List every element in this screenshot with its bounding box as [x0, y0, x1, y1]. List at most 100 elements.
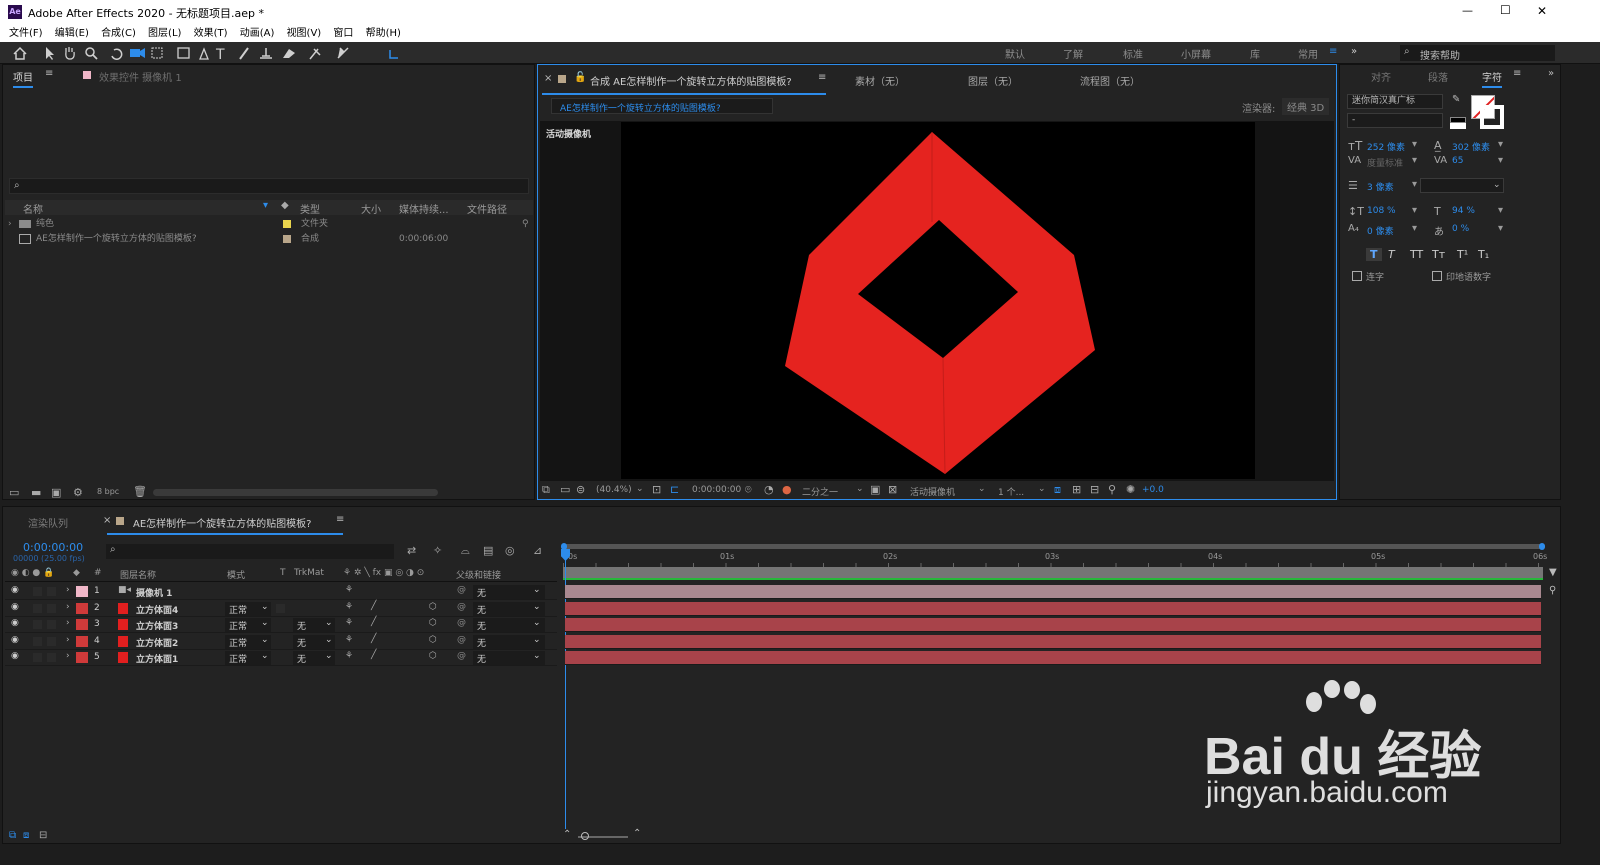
timeline-icon[interactable]: ⊟ — [1090, 483, 1099, 496]
lock-box[interactable] — [47, 653, 56, 662]
font-family-dropdown[interactable]: 迷你简汉真广标 — [1347, 94, 1443, 109]
lock-box[interactable] — [47, 620, 56, 629]
tab-character[interactable]: 字符 — [1482, 69, 1502, 88]
bpc-label[interactable]: 8 bpc — [97, 487, 119, 496]
shy-switch-icon[interactable]: ⚘ — [345, 651, 353, 661]
workspace-common[interactable]: 常用 — [1298, 46, 1318, 61]
lock-icon[interactable]: 🔓 — [574, 72, 586, 83]
label-color-swatch[interactable] — [76, 635, 88, 647]
views-dropdown[interactable]: 1 个... — [998, 485, 1024, 498]
menu-effect[interactable]: 效果(T) — [194, 26, 228, 42]
3d-layer-switch-icon[interactable]: ⬡ — [429, 651, 437, 661]
character-menu-icon[interactable]: ≡ — [1513, 68, 1521, 79]
resolution-chevron-icon[interactable]: ⌄ — [856, 484, 864, 494]
menu-window[interactable]: 窗口 — [333, 26, 353, 42]
parent-dropdown[interactable]: 无 ⌄ — [473, 601, 545, 616]
tab-render-queue[interactable]: 渲染队列 — [28, 515, 68, 530]
project-search-input[interactable]: ⌕ — [9, 178, 529, 194]
lock-box[interactable] — [47, 603, 56, 613]
layer-duration-bar[interactable] — [565, 618, 1541, 632]
tab-layer[interactable]: 图层（无） — [968, 73, 1018, 88]
expand-arrow-icon[interactable]: › — [66, 651, 70, 661]
vertical-scale-value[interactable]: 108 % — [1367, 206, 1396, 216]
workspace-standard[interactable]: 标准 — [1123, 46, 1143, 61]
mode-dropdown[interactable]: 正常 ⌄ — [225, 601, 271, 616]
close-button[interactable]: ✕ — [1537, 4, 1547, 18]
menu-layer[interactable]: 图层(L) — [148, 26, 181, 42]
toggle-switches-icon[interactable]: ⧉ — [9, 830, 16, 841]
workspace-default[interactable]: 默认 — [1005, 46, 1025, 61]
baseline-shift-value[interactable]: 0 像素 — [1367, 224, 1394, 237]
mode-dropdown[interactable]: 正常 ⌄ — [225, 634, 271, 649]
parent-dropdown[interactable]: 无 ⌄ — [473, 634, 545, 649]
col-size[interactable]: 大小 — [361, 201, 381, 216]
expand-arrow-icon[interactable]: › — [8, 216, 12, 232]
workspace-menu-icon[interactable]: ≡ — [1329, 46, 1337, 57]
eye-icon[interactable]: ◉ — [11, 618, 19, 628]
stroke-width-chevron-icon[interactable]: ▾ — [1412, 179, 1417, 190]
tab-project[interactable]: 项目 — [13, 69, 33, 88]
menu-help[interactable]: 帮助(H) — [366, 26, 401, 42]
pin-icon[interactable]: ⚲ — [1549, 585, 1556, 596]
tab-timeline-comp[interactable]: AE怎样制作一个旋转立方体的贴图模板? — [133, 515, 311, 530]
tracking-value[interactable]: 65 — [1452, 156, 1463, 166]
tab-flowchart[interactable]: 流程图（无） — [1080, 73, 1140, 88]
solo-box[interactable] — [33, 603, 42, 613]
leading-value[interactable]: 302 像素 — [1452, 140, 1490, 153]
comp-tab-menu-icon[interactable]: ≡ — [818, 72, 826, 83]
adjust-icon[interactable]: ⚙ — [73, 486, 83, 499]
zoom-in-icon[interactable]: ⌃ — [633, 828, 641, 839]
trkmat-dropdown[interactable]: 无 ⌄ — [293, 651, 335, 665]
camera-chevron-icon[interactable]: ⌄ — [978, 484, 986, 494]
toggle-render-time-icon[interactable]: ⊟ — [39, 830, 47, 841]
layer-row[interactable]: ◉ › 5 立方体面1 正常 ⌄ 无 ⌄ ⚘ ╱ ⬡ @ 无 ⌄ — [5, 650, 557, 666]
layer-row[interactable]: ◉ › 2 立方体面4 正常 ⌄ ⚘ ╱ ⬡ @ 无 ⌄ — [5, 601, 557, 617]
resolution-dropdown[interactable]: 二分之一 — [802, 485, 838, 498]
quality-switch-icon[interactable]: ╱ — [371, 634, 376, 644]
layer-name-header[interactable]: 图层名称 — [120, 568, 156, 581]
project-item-folder[interactable]: › 纯色 文件夹 ⚲ — [5, 216, 533, 232]
label-color-swatch[interactable] — [76, 586, 88, 597]
current-timecode[interactable]: 0:00:00:00 — [23, 541, 83, 554]
monitor-icon[interactable]: ▭ — [560, 483, 570, 496]
eye-icon[interactable]: ◉ — [11, 635, 19, 645]
parent-dropdown[interactable]: 无 ⌄ — [473, 651, 545, 665]
pick-whip-icon[interactable]: @ — [457, 602, 466, 612]
flowchart-icon[interactable]: ⚲ — [1108, 483, 1116, 496]
layer-name[interactable]: 摄像机 1 — [136, 586, 172, 599]
minimize-button[interactable]: — — [1462, 4, 1473, 17]
mode-dropdown[interactable]: 正常 ⌄ — [225, 651, 271, 665]
baseline-chevron-icon[interactable]: ▾ — [1412, 223, 1417, 234]
shy-switch-icon[interactable]: ⚘ — [345, 585, 353, 595]
renderer-value[interactable]: 经典 3D — [1282, 98, 1330, 115]
composition-mini-flowchart-icon[interactable]: ⇄ — [407, 544, 416, 557]
panel-menu-icon[interactable]: ≡ — [45, 68, 53, 79]
col-path[interactable]: 文件路径 — [467, 201, 507, 216]
frame-blending-icon[interactable]: ▤ — [483, 544, 493, 557]
work-area-bar[interactable] — [563, 544, 1545, 549]
eyedropper-icon[interactable]: ✎ — [1452, 94, 1460, 105]
shy-switch-icon[interactable]: ⚘ — [345, 618, 353, 628]
color-channels-icon[interactable]: ● — [782, 483, 792, 496]
pick-whip-icon[interactable]: @ — [457, 651, 466, 661]
expand-arrow-icon[interactable]: › — [66, 585, 70, 595]
quality-switch-icon[interactable]: ╱ — [371, 650, 376, 660]
sort-arrow-icon[interactable]: ▾ — [263, 200, 268, 211]
tab-composition[interactable]: 合成 AE怎样制作一个旋转立方体的贴图模板? — [590, 73, 792, 88]
tracking-chevron-icon[interactable]: ▾ — [1498, 155, 1503, 166]
col-type[interactable]: 类型 — [300, 201, 320, 216]
preserve-transparency-box[interactable] — [276, 603, 285, 613]
comp-viewer[interactable]: 活动摄像机 — [540, 121, 1334, 481]
label-color-swatch[interactable] — [76, 652, 88, 663]
panel-overflow-icon[interactable]: » — [1548, 68, 1554, 79]
font-style-dropdown[interactable]: - — [1347, 113, 1443, 128]
layer-duration-bar[interactable] — [565, 651, 1541, 665]
horizontal-scale-value[interactable]: 94 % — [1452, 206, 1475, 216]
stroke-width-value[interactable]: 3 像素 — [1367, 180, 1394, 193]
eye-icon[interactable]: ◉ — [11, 602, 19, 612]
tab-effect-controls[interactable]: 效果控件 摄像机 1 — [99, 69, 182, 84]
leading-chevron-icon[interactable]: ▾ — [1498, 139, 1503, 150]
viewer-timecode[interactable]: 0:00:00:00 — [692, 485, 741, 495]
superscript-button[interactable]: T¹ — [1457, 248, 1468, 261]
col-duration[interactable]: 媒体持续... — [399, 201, 449, 216]
